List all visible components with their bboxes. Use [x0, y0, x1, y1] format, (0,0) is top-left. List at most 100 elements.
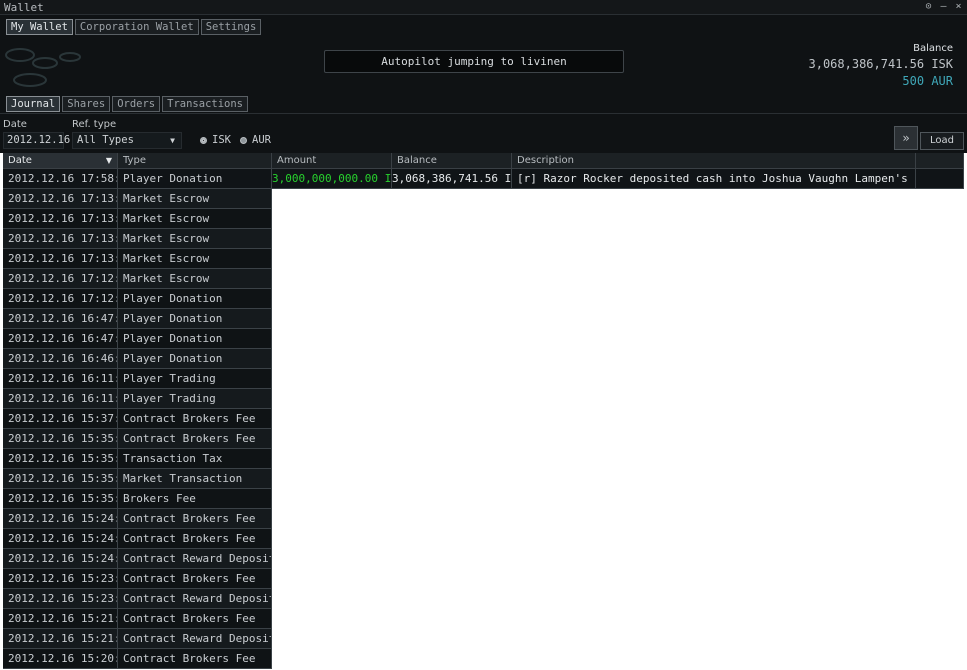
- radio-isk[interactable]: ISK: [200, 134, 231, 146]
- table-row[interactable]: 2012.12.16 15:24:14Contract Brokers Fee: [3, 529, 272, 549]
- table-row[interactable]: 2012.12.16 15:23:06Contract Brokers Fee: [3, 569, 272, 589]
- table-row[interactable]: 2012.12.16 15:35:30Contract Brokers Fee: [3, 429, 272, 449]
- close-icon[interactable]: ×: [954, 1, 963, 13]
- ref-type-select[interactable]: All Types ▼: [72, 132, 182, 149]
- table-row[interactable]: 2012.12.16 15:35:09Brokers Fee: [3, 489, 272, 509]
- balance-panel: Balance 3,068,386,741.56 ISK 500 AUR: [809, 43, 954, 88]
- cell-date: 2012.12.16 15:35:09: [3, 489, 118, 509]
- column-header-amount[interactable]: Amount: [272, 153, 392, 169]
- cell-date: 2012.12.16 17:13:41: [3, 189, 118, 209]
- cell-date: 2012.12.16 17:12:36: [3, 289, 118, 309]
- cell-type: Transaction Tax: [118, 449, 272, 469]
- wallet-tabs: My Wallet Corporation Wallet Settings: [6, 19, 262, 35]
- date-label: Date: [3, 119, 27, 130]
- column-header-extra[interactable]: [916, 153, 964, 169]
- cell-amount: 3,000,000,000.00 ISK: [272, 169, 392, 189]
- column-header-balance[interactable]: Balance: [392, 153, 512, 169]
- filter-bar: Date 2012.12.16 Ref. type All Types ▼ IS…: [0, 113, 967, 153]
- cell-date: 2012.12.16 17:13:31: [3, 209, 118, 229]
- radio-aur-indicator: [240, 136, 247, 144]
- table-row[interactable]: 2012.12.16 15:23:06Contract Reward Depos…: [3, 589, 272, 609]
- table-row[interactable]: 2012.12.16 15:35:09Market Transaction: [3, 469, 272, 489]
- table-row[interactable]: 2012.12.16 15:24:14Contract Reward Depos…: [3, 549, 272, 569]
- table-row[interactable]: 2012.12.16 15:37:32Contract Brokers Fee: [3, 409, 272, 429]
- radio-aur[interactable]: AUR: [240, 134, 271, 146]
- cell-date: 2012.12.16 15:24:14: [3, 549, 118, 569]
- table-row[interactable]: 2012.12.16 17:13:10Market Escrow: [3, 249, 272, 269]
- cell-type: Market Escrow: [118, 229, 272, 249]
- table-row[interactable]: 2012.12.16 17:12:58Market Escrow: [3, 269, 272, 289]
- date-input[interactable]: 2012.12.16: [3, 132, 70, 149]
- table-row[interactable]: 2012.12.16 17:13:31Market Escrow: [3, 209, 272, 229]
- tab-settings[interactable]: Settings: [200, 19, 262, 35]
- cell-date: 2012.12.16 15:37:32: [3, 409, 118, 429]
- cell-date: 2012.12.16 17:13:10: [3, 249, 118, 269]
- cell-type: Contract Brokers Fee: [118, 409, 272, 429]
- table-row[interactable]: 2012.12.16 16:11:20Player Trading: [3, 389, 272, 409]
- journal-tabs: Journal Shares Orders Transactions: [6, 96, 248, 112]
- table-row[interactable]: 2012.12.16 17:58:59Player Donation3,000,…: [3, 169, 964, 189]
- cell-date: 2012.12.16 17:12:58: [3, 269, 118, 289]
- cell-date: 2012.12.16 15:35:09: [3, 449, 118, 469]
- cell-date: 2012.12.16 15:24:25: [3, 509, 118, 529]
- cell-type: Market Escrow: [118, 189, 272, 209]
- tab-orders[interactable]: Orders: [112, 96, 161, 112]
- column-header-date[interactable]: Date ▼: [3, 153, 118, 169]
- cell-date: 2012.12.16 15:35:09: [3, 469, 118, 489]
- cell-date: 2012.12.16 16:11:20: [3, 389, 118, 409]
- cell-type: Brokers Fee: [118, 489, 272, 509]
- cell-type: Market Escrow: [118, 249, 272, 269]
- ref-type-value: All Types: [77, 134, 134, 146]
- cell-type: Player Trading: [118, 389, 272, 409]
- cell-extra: [916, 169, 964, 189]
- sort-down-icon: ▼: [105, 156, 112, 165]
- cell-type: Player Donation: [118, 169, 272, 189]
- cell-type: Market Escrow: [118, 209, 272, 229]
- cell-date: 2012.12.16 15:35:30: [3, 429, 118, 449]
- table-row[interactable]: 2012.12.16 15:35:09Transaction Tax: [3, 449, 272, 469]
- cell-type: Contract Reward Deposited: [118, 549, 272, 569]
- tab-journal[interactable]: Journal: [6, 96, 61, 112]
- cell-date: 2012.12.16 16:47:17: [3, 329, 118, 349]
- table-row[interactable]: 2012.12.16 16:11:42Player Trading: [3, 369, 272, 389]
- tab-shares[interactable]: Shares: [62, 96, 111, 112]
- cell-type: Market Transaction: [118, 469, 272, 489]
- tab-my-wallet[interactable]: My Wallet: [6, 19, 73, 35]
- radio-isk-indicator: [200, 136, 207, 144]
- decorative-coins-graphic: [5, 48, 81, 87]
- autopilot-notification: Autopilot jumping to livinen: [324, 50, 624, 73]
- double-chevron-icon[interactable]: »: [894, 126, 918, 150]
- cell-date: 2012.12.16 15:23:06: [3, 589, 118, 609]
- pin-icon[interactable]: ⊙: [924, 1, 933, 13]
- cell-date: 2012.12.16 15:21:36: [3, 609, 118, 629]
- minimize-icon[interactable]: –: [939, 1, 948, 13]
- table-row[interactable]: 2012.12.16 17:13:20Market Escrow: [3, 229, 272, 249]
- table-row[interactable]: 2012.12.16 16:47:17Player Donation: [3, 329, 272, 349]
- table-row[interactable]: 2012.12.16 15:24:25Contract Brokers Fee: [3, 509, 272, 529]
- column-header-date-label: Date: [8, 155, 32, 166]
- cell-type: Player Donation: [118, 329, 272, 349]
- tab-corporation-wallet[interactable]: Corporation Wallet: [74, 19, 199, 35]
- cell-type: Player Donation: [118, 349, 272, 369]
- column-header-type[interactable]: Type: [118, 153, 272, 169]
- table-row[interactable]: 2012.12.16 17:12:36Player Donation: [3, 289, 272, 309]
- cell-type: Player Donation: [118, 309, 272, 329]
- cell-type: Contract Reward Deposited: [118, 589, 272, 609]
- tab-transactions[interactable]: Transactions: [162, 96, 248, 112]
- cell-description: [r] Razor Rocker deposited cash into Jos…: [512, 169, 916, 189]
- table-row[interactable]: 2012.12.16 17:13:41Market Escrow: [3, 189, 272, 209]
- wallet-header: My Wallet Corporation Wallet Settings Au…: [0, 15, 967, 113]
- table-row[interactable]: 2012.12.16 15:21:36Contract Reward Depos…: [3, 629, 272, 649]
- cell-type: Contract Brokers Fee: [118, 429, 272, 449]
- table-row[interactable]: 2012.12.16 16:46:33Player Donation: [3, 349, 272, 369]
- chevron-down-icon: ▼: [170, 136, 175, 145]
- cell-date: 2012.12.16 17:58:59: [3, 169, 118, 189]
- table-row[interactable]: 2012.12.16 15:21:36Contract Brokers Fee: [3, 609, 272, 629]
- column-header-description[interactable]: Description: [512, 153, 916, 169]
- table-row[interactable]: 2012.12.16 16:47:53Player Donation: [3, 309, 272, 329]
- load-button[interactable]: Load: [920, 132, 964, 150]
- cell-type: Contract Brokers Fee: [118, 569, 272, 589]
- table-row[interactable]: 2012.12.16 15:20:58Contract Brokers Fee: [3, 649, 272, 669]
- cell-date: 2012.12.16 15:20:58: [3, 649, 118, 669]
- window-title-bar: Wallet ⊙ – ×: [0, 0, 967, 15]
